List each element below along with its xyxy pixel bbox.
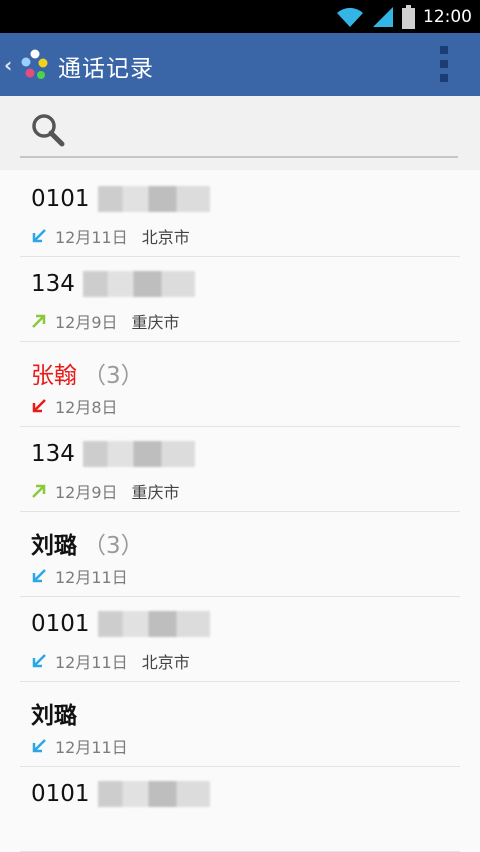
call-log-row[interactable]: 134 12月9日 重庆市 xyxy=(20,257,460,342)
call-log-row[interactable]: 134 12月9日 重庆市 xyxy=(20,427,460,512)
arrow-up-right-icon xyxy=(31,313,47,329)
call-name: 134 xyxy=(31,271,195,297)
redacted-number xyxy=(97,186,210,212)
arrow-down-left-icon xyxy=(31,738,47,754)
call-location: 北京市 xyxy=(141,653,190,672)
arrow-down-left-icon xyxy=(31,228,47,244)
call-name: 0101 xyxy=(31,611,210,637)
call-log-row[interactable]: 张翰 （3） 12月8日 xyxy=(20,342,460,427)
call-detail: 12月11日 北京市 xyxy=(31,224,190,248)
call-date: 12月11日 xyxy=(55,653,128,672)
call-log-list: 0101 12月11日 北京市 134 12月9日 重庆市 张翰 （3） 12月… xyxy=(0,172,480,852)
call-date: 12月9日 xyxy=(55,483,118,502)
call-name: 张翰 （3） xyxy=(31,356,144,390)
call-date: 12月9日 xyxy=(55,313,118,332)
call-log-row[interactable]: 0101 12月11日 北京市 xyxy=(20,172,460,257)
wifi-icon xyxy=(336,6,364,28)
call-log-row[interactable]: 0101 xyxy=(20,767,460,852)
call-location: 北京市 xyxy=(141,228,190,247)
call-name: 0101 xyxy=(31,781,210,807)
call-name: 134 xyxy=(31,441,195,467)
search-input[interactable] xyxy=(20,106,458,158)
call-name: 刘璐 （3） xyxy=(31,526,144,560)
back-chevron-icon[interactable]: ‹ xyxy=(4,53,12,77)
arrow-down-left-icon xyxy=(31,398,47,414)
redacted-number xyxy=(97,611,210,637)
call-location: 重庆市 xyxy=(131,483,180,502)
arrow-down-left-icon xyxy=(31,568,47,584)
call-name: 0101 xyxy=(31,186,210,212)
app-title: 通话记录 xyxy=(58,56,154,82)
call-detail: 12月9日 重庆市 xyxy=(31,309,180,333)
call-date: 12月11日 xyxy=(55,568,128,587)
search-area xyxy=(0,96,480,170)
call-count: （3） xyxy=(83,363,144,389)
status-icons: 12:00 xyxy=(336,0,472,33)
call-date: 12月11日 xyxy=(55,738,128,757)
call-detail: 12月9日 重庆市 xyxy=(31,479,180,503)
call-log-row[interactable]: 0101 12月11日 北京市 xyxy=(20,597,460,682)
call-count: （3） xyxy=(83,533,144,559)
action-bar: ‹ 通话记录 xyxy=(0,33,480,96)
app-logo-icon[interactable] xyxy=(20,48,50,82)
call-detail: 12月8日 xyxy=(31,394,118,418)
call-location: 重庆市 xyxy=(131,313,180,332)
battery-icon xyxy=(402,4,415,29)
call-detail: 12月11日 xyxy=(31,734,128,758)
arrow-up-right-icon xyxy=(31,483,47,499)
call-log-row[interactable]: 刘璐 （3） 12月11日 xyxy=(20,512,460,597)
signal-icon xyxy=(372,6,394,28)
arrow-down-left-icon xyxy=(31,653,47,669)
call-name: 刘璐 xyxy=(31,703,77,729)
search-icon xyxy=(30,112,66,152)
call-detail: 12月11日 北京市 xyxy=(31,649,190,673)
redacted-number xyxy=(97,781,210,807)
status-time: 12:00 xyxy=(423,6,472,27)
redacted-number xyxy=(82,271,195,297)
redacted-number xyxy=(82,441,195,467)
call-log-row[interactable]: 刘璐 12月11日 xyxy=(20,682,460,767)
call-date: 12月11日 xyxy=(55,228,128,247)
call-detail: 12月11日 xyxy=(31,564,128,588)
status-bar: 12:00 xyxy=(0,0,480,33)
overflow-menu-icon[interactable] xyxy=(440,46,450,82)
call-date: 12月8日 xyxy=(55,398,118,417)
